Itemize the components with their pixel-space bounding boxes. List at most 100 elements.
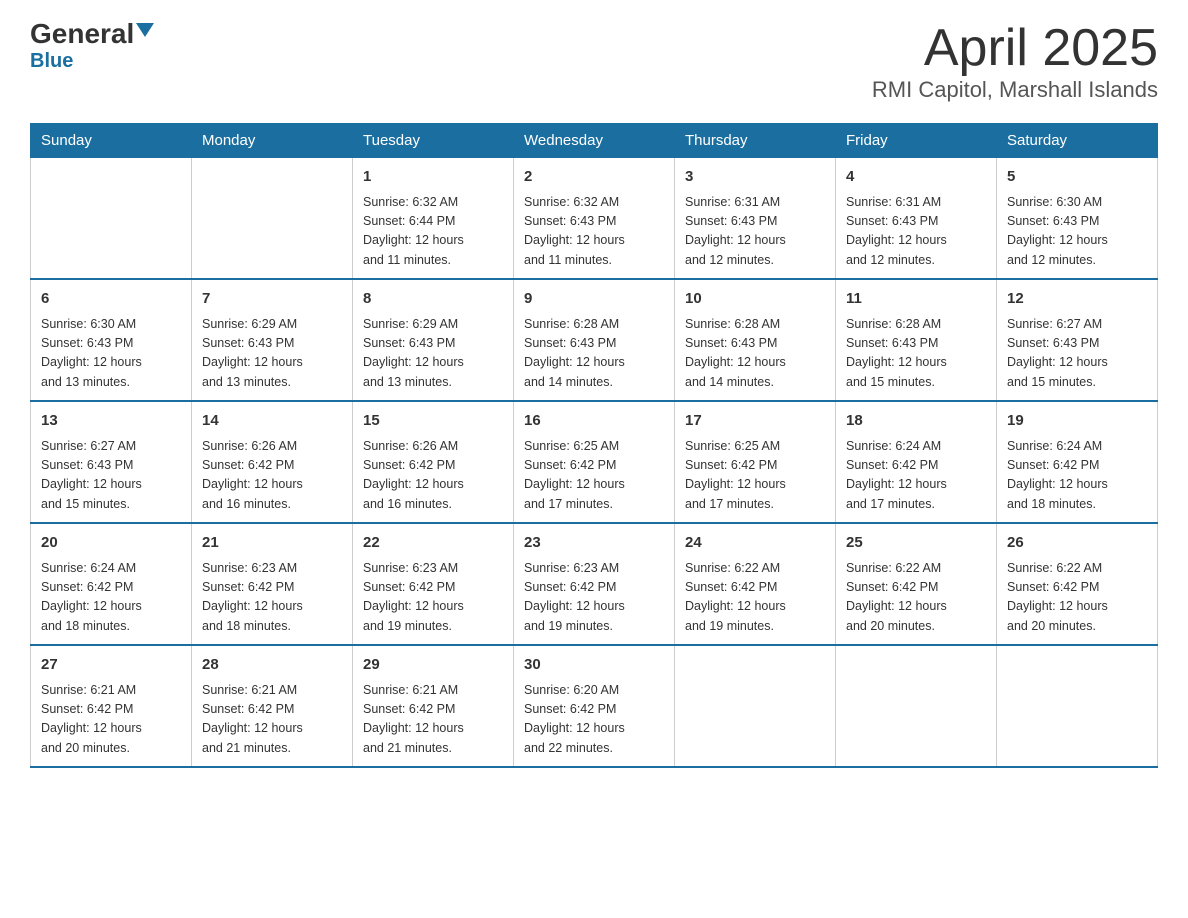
- calendar-cell: 20 Sunrise: 6:24 AMSunset: 6:42 PMDayligh…: [31, 523, 192, 645]
- day-number: 19: [1007, 410, 1147, 433]
- calendar-cell: 8 Sunrise: 6:29 AMSunset: 6:43 PMDaylight…: [353, 279, 514, 401]
- day-number: 15: [363, 410, 503, 433]
- calendar-header: Sunday Monday Tuesday Wednesday Thursday…: [31, 124, 1158, 158]
- day-info: Sunrise: 6:20 AMSunset: 6:42 PMDaylight:…: [524, 681, 664, 759]
- calendar-cell: 29 Sunrise: 6:21 AMSunset: 6:42 PMDayligh…: [353, 645, 514, 767]
- calendar-cell: 22 Sunrise: 6:23 AMSunset: 6:42 PMDayligh…: [353, 523, 514, 645]
- day-info: Sunrise: 6:31 AMSunset: 6:43 PMDaylight:…: [685, 193, 825, 271]
- calendar-cell: 6 Sunrise: 6:30 AMSunset: 6:43 PMDaylight…: [31, 279, 192, 401]
- day-info: Sunrise: 6:25 AMSunset: 6:42 PMDaylight:…: [685, 437, 825, 515]
- day-number: 12: [1007, 288, 1147, 311]
- day-number: 9: [524, 288, 664, 311]
- calendar-week-row: 1 Sunrise: 6:32 AMSunset: 6:44 PMDaylight…: [31, 158, 1158, 280]
- day-info: Sunrise: 6:24 AMSunset: 6:42 PMDaylight:…: [41, 559, 181, 637]
- day-number: 22: [363, 532, 503, 555]
- col-tuesday: Tuesday: [353, 124, 514, 158]
- logo-general-text: General: [30, 20, 134, 48]
- col-thursday: Thursday: [675, 124, 836, 158]
- calendar-cell: 5 Sunrise: 6:30 AMSunset: 6:43 PMDaylight…: [997, 158, 1158, 280]
- day-info: Sunrise: 6:29 AMSunset: 6:43 PMDaylight:…: [363, 315, 503, 393]
- calendar-table: Sunday Monday Tuesday Wednesday Thursday…: [30, 123, 1158, 768]
- day-number: 2: [524, 166, 664, 189]
- day-info: Sunrise: 6:22 AMSunset: 6:42 PMDaylight:…: [846, 559, 986, 637]
- day-info: Sunrise: 6:29 AMSunset: 6:43 PMDaylight:…: [202, 315, 342, 393]
- day-number: 11: [846, 288, 986, 311]
- calendar-cell: 19 Sunrise: 6:24 AMSunset: 6:42 PMDayligh…: [997, 401, 1158, 523]
- page-title: April 2025: [872, 20, 1158, 77]
- day-number: 1: [363, 166, 503, 189]
- calendar-cell: 1 Sunrise: 6:32 AMSunset: 6:44 PMDaylight…: [353, 158, 514, 280]
- calendar-week-row: 20 Sunrise: 6:24 AMSunset: 6:42 PMDayligh…: [31, 523, 1158, 645]
- day-info: Sunrise: 6:21 AMSunset: 6:42 PMDaylight:…: [41, 681, 181, 759]
- day-info: Sunrise: 6:24 AMSunset: 6:42 PMDaylight:…: [846, 437, 986, 515]
- day-info: Sunrise: 6:23 AMSunset: 6:42 PMDaylight:…: [202, 559, 342, 637]
- logo: General Blue: [30, 20, 154, 73]
- day-info: Sunrise: 6:25 AMSunset: 6:42 PMDaylight:…: [524, 437, 664, 515]
- calendar-cell: 7 Sunrise: 6:29 AMSunset: 6:43 PMDaylight…: [192, 279, 353, 401]
- day-info: Sunrise: 6:30 AMSunset: 6:43 PMDaylight:…: [1007, 193, 1147, 271]
- logo-triangle-icon: [136, 23, 154, 37]
- day-info: Sunrise: 6:28 AMSunset: 6:43 PMDaylight:…: [685, 315, 825, 393]
- calendar-week-row: 27 Sunrise: 6:21 AMSunset: 6:42 PMDayligh…: [31, 645, 1158, 767]
- calendar-cell: 17 Sunrise: 6:25 AMSunset: 6:42 PMDayligh…: [675, 401, 836, 523]
- day-info: Sunrise: 6:21 AMSunset: 6:42 PMDaylight:…: [202, 681, 342, 759]
- title-block: April 2025 RMI Capitol, Marshall Islands: [872, 20, 1158, 103]
- day-info: Sunrise: 6:28 AMSunset: 6:43 PMDaylight:…: [846, 315, 986, 393]
- col-sunday: Sunday: [31, 124, 192, 158]
- day-number: 16: [524, 410, 664, 433]
- day-number: 20: [41, 532, 181, 555]
- calendar-cell: [836, 645, 997, 767]
- day-number: 18: [846, 410, 986, 433]
- day-number: 7: [202, 288, 342, 311]
- day-info: Sunrise: 6:23 AMSunset: 6:42 PMDaylight:…: [524, 559, 664, 637]
- calendar-cell: 21Sunrise: 6:23 AMSunset: 6:42 PMDayligh…: [192, 523, 353, 645]
- calendar-cell: 13 Sunrise: 6:27 AMSunset: 6:43 PMDayligh…: [31, 401, 192, 523]
- calendar-cell: 12Sunrise: 6:27 AMSunset: 6:43 PMDayligh…: [997, 279, 1158, 401]
- calendar-cell: 3 Sunrise: 6:31 AMSunset: 6:43 PMDaylight…: [675, 158, 836, 280]
- day-info: Sunrise: 6:30 AMSunset: 6:43 PMDaylight:…: [41, 315, 181, 393]
- calendar-cell: 30 Sunrise: 6:20 AMSunset: 6:42 PMDayligh…: [514, 645, 675, 767]
- calendar-cell: 25 Sunrise: 6:22 AMSunset: 6:42 PMDayligh…: [836, 523, 997, 645]
- day-number: 26: [1007, 532, 1147, 555]
- calendar-cell: 10Sunrise: 6:28 AMSunset: 6:43 PMDayligh…: [675, 279, 836, 401]
- day-number: 6: [41, 288, 181, 311]
- day-info: Sunrise: 6:32 AMSunset: 6:43 PMDaylight:…: [524, 193, 664, 271]
- calendar-cell: 15 Sunrise: 6:26 AMSunset: 6:42 PMDayligh…: [353, 401, 514, 523]
- days-of-week-row: Sunday Monday Tuesday Wednesday Thursday…: [31, 124, 1158, 158]
- calendar-week-row: 13 Sunrise: 6:27 AMSunset: 6:43 PMDayligh…: [31, 401, 1158, 523]
- page-subtitle: RMI Capitol, Marshall Islands: [872, 77, 1158, 103]
- day-number: 5: [1007, 166, 1147, 189]
- day-number: 3: [685, 166, 825, 189]
- day-info: Sunrise: 6:23 AMSunset: 6:42 PMDaylight:…: [363, 559, 503, 637]
- day-info: Sunrise: 6:22 AMSunset: 6:42 PMDaylight:…: [1007, 559, 1147, 637]
- day-info: Sunrise: 6:27 AMSunset: 6:43 PMDaylight:…: [41, 437, 181, 515]
- day-number: 8: [363, 288, 503, 311]
- calendar-body: 1 Sunrise: 6:32 AMSunset: 6:44 PMDaylight…: [31, 158, 1158, 768]
- day-number: 24: [685, 532, 825, 555]
- day-info: Sunrise: 6:31 AMSunset: 6:43 PMDaylight:…: [846, 193, 986, 271]
- day-info: Sunrise: 6:26 AMSunset: 6:42 PMDaylight:…: [202, 437, 342, 515]
- calendar-cell: 18 Sunrise: 6:24 AMSunset: 6:42 PMDayligh…: [836, 401, 997, 523]
- day-info: Sunrise: 6:24 AMSunset: 6:42 PMDaylight:…: [1007, 437, 1147, 515]
- day-number: 28: [202, 654, 342, 677]
- calendar-cell: 23 Sunrise: 6:23 AMSunset: 6:42 PMDayligh…: [514, 523, 675, 645]
- col-wednesday: Wednesday: [514, 124, 675, 158]
- calendar-cell: [997, 645, 1158, 767]
- day-info: Sunrise: 6:21 AMSunset: 6:42 PMDaylight:…: [363, 681, 503, 759]
- day-number: 30: [524, 654, 664, 677]
- day-number: 23: [524, 532, 664, 555]
- day-number: 29: [363, 654, 503, 677]
- day-info: Sunrise: 6:26 AMSunset: 6:42 PMDaylight:…: [363, 437, 503, 515]
- day-info: Sunrise: 6:32 AMSunset: 6:44 PMDaylight:…: [363, 193, 503, 271]
- day-number: 14: [202, 410, 342, 433]
- day-number: 13: [41, 410, 181, 433]
- day-number: 17: [685, 410, 825, 433]
- day-number: 27: [41, 654, 181, 677]
- calendar-cell: 9Sunrise: 6:28 AMSunset: 6:43 PMDaylight…: [514, 279, 675, 401]
- calendar-cell: [192, 158, 353, 280]
- day-number: 25: [846, 532, 986, 555]
- calendar-cell: 27 Sunrise: 6:21 AMSunset: 6:42 PMDayligh…: [31, 645, 192, 767]
- calendar-cell: 24Sunrise: 6:22 AMSunset: 6:42 PMDayligh…: [675, 523, 836, 645]
- page-header: General Blue April 2025 RMI Capitol, Mar…: [30, 20, 1158, 103]
- calendar-cell: 16 Sunrise: 6:25 AMSunset: 6:42 PMDayligh…: [514, 401, 675, 523]
